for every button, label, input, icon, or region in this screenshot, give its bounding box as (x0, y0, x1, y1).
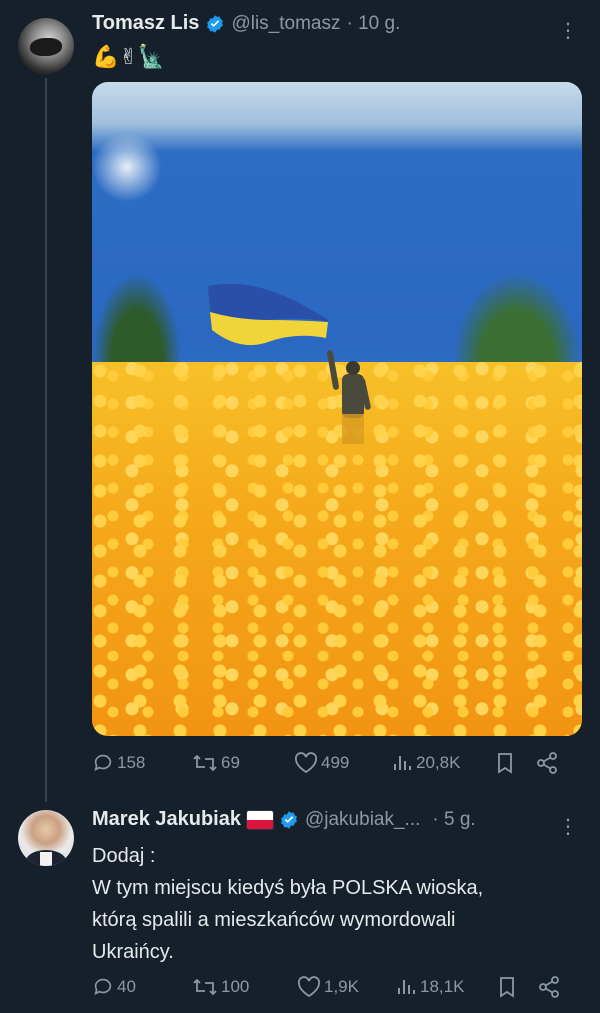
retweet-icon (193, 754, 217, 772)
like-count: 499 (321, 753, 350, 772)
views-count: 18,1K (420, 977, 465, 996)
verified-icon (279, 810, 299, 830)
reply-icon (94, 978, 112, 995)
tweet-main[interactable]: Tomasz Lis @lis_tomasz · 10 g. ⋮ 💪✌🗽 158 (0, 0, 600, 800)
retweet-button[interactable]: 69 (192, 752, 294, 774)
like-count: 1,9K (324, 977, 359, 996)
ukraine-flag (208, 283, 328, 346)
retweet-icon (193, 978, 217, 996)
tweet-image[interactable] (92, 82, 582, 736)
share-icon (537, 752, 557, 774)
tweet-header: Marek Jakubiak @jakubiak_... · 5 g. (92, 808, 476, 831)
avatar[interactable] (18, 810, 74, 866)
reply-button[interactable]: 40 (92, 976, 192, 998)
reply-button[interactable]: 158 (92, 752, 192, 774)
avatar[interactable] (18, 18, 74, 74)
reply-icon (94, 754, 112, 771)
like-icon (297, 976, 321, 998)
tweet-actions: 40 100 1,9K 18,1K (92, 976, 564, 998)
more-icon[interactable]: ⋮ (558, 814, 578, 839)
views-button[interactable]: 20,8K (391, 752, 495, 774)
bookmark-button[interactable] (497, 976, 537, 998)
tweet-time[interactable]: · 5 g. (432, 809, 475, 831)
reply-count: 40 (117, 977, 136, 996)
bookmark-icon (500, 977, 514, 998)
tweet-text: Dodaj : W tym miejscu kiedyś była POLSKA… (92, 845, 484, 963)
poland-flag-icon (246, 810, 273, 829)
tweet-time[interactable]: · 10 g. (346, 13, 400, 35)
author-name[interactable]: Tomasz Lis (92, 12, 199, 35)
views-count: 20,8K (416, 753, 461, 772)
views-icon (398, 980, 415, 994)
like-icon (294, 752, 318, 774)
share-icon (539, 976, 559, 998)
author-handle[interactable]: @jakubiak_... (305, 809, 420, 831)
like-button[interactable]: 499 (294, 752, 391, 774)
tweet-actions: 158 69 499 20,8K (92, 752, 562, 774)
share-button[interactable] (535, 752, 562, 774)
bookmark-icon (498, 753, 512, 774)
views-icon (394, 756, 411, 770)
retweet-button[interactable]: 100 (192, 976, 297, 998)
reply-count: 158 (117, 753, 146, 772)
author-name[interactable]: Marek Jakubiak (92, 808, 241, 831)
like-button[interactable]: 1,9K (297, 976, 395, 998)
author-handle[interactable]: @lis_tomasz (231, 13, 340, 35)
verified-icon (205, 14, 225, 34)
tweet-text: 💪✌🗽 (92, 44, 166, 69)
bookmark-button[interactable] (495, 752, 535, 774)
retweet-count: 69 (221, 753, 240, 772)
retweet-count: 100 (221, 977, 250, 996)
soldier-figure (327, 350, 371, 444)
more-icon[interactable]: ⋮ (558, 18, 578, 43)
views-button[interactable]: 18,1K (395, 976, 497, 998)
tweet-header: Tomasz Lis @lis_tomasz · 10 g. (92, 12, 400, 35)
share-button[interactable] (537, 976, 564, 998)
